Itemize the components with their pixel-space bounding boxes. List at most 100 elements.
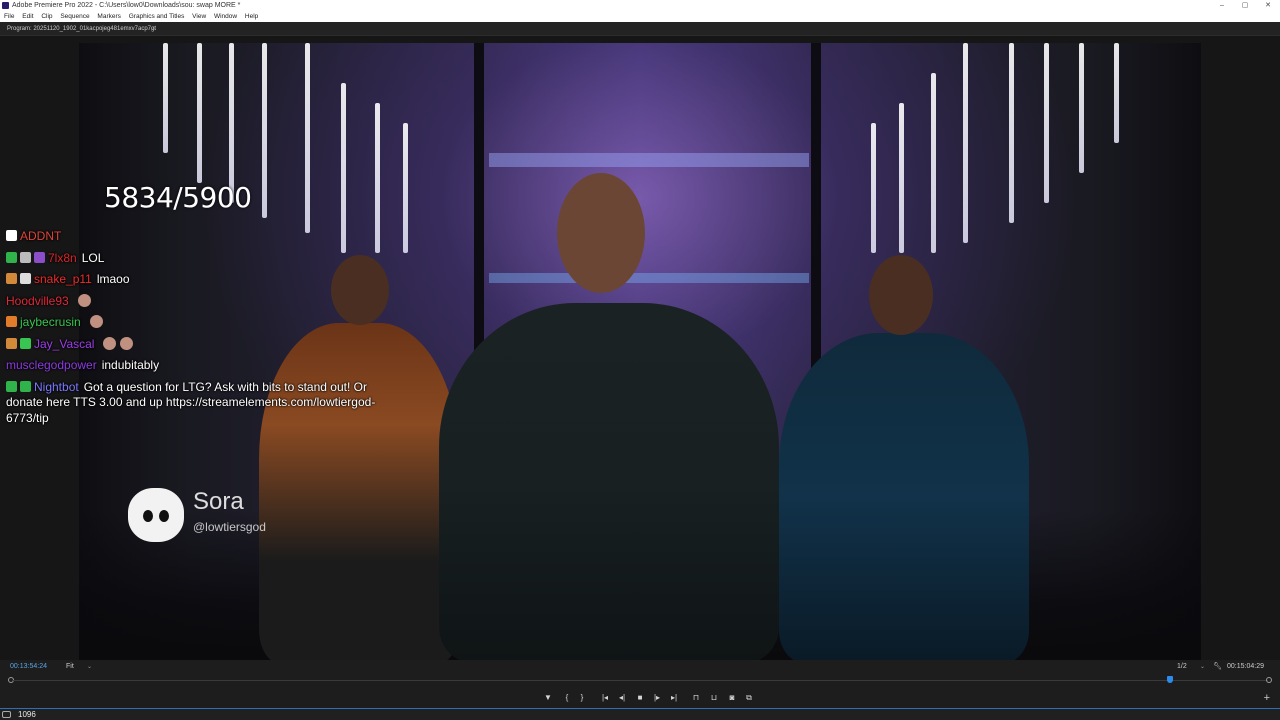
insert-icon[interactable]: ⊓ — [690, 692, 702, 704]
menu-help[interactable]: Help — [245, 11, 258, 22]
add-button-icon[interactable]: + — [1264, 692, 1270, 704]
chat-username: Nightbot — [34, 379, 79, 394]
light-bar — [871, 123, 876, 253]
current-timecode[interactable]: 00:13:54:24 — [10, 660, 47, 674]
chat-username: snake_p11 — [34, 272, 92, 286]
step-forward-icon[interactable]: |▸ — [651, 692, 663, 704]
scrub-bar[interactable] — [0, 674, 1280, 688]
chevron-down-icon[interactable]: ⌄ — [1200, 660, 1205, 674]
restore-button[interactable]: ▢ — [1233, 0, 1257, 11]
status-icon — [2, 711, 11, 718]
chat-line: Hoodville93 — [6, 291, 396, 313]
chat-message: lmaoo — [96, 272, 130, 286]
mark-out-icon[interactable]: } — [576, 692, 588, 704]
menu-bar: File Edit Clip Sequence Markers Graphics… — [0, 11, 1280, 22]
premiere-app-icon — [2, 2, 9, 9]
overwrite-icon[interactable]: ⊔ — [708, 692, 720, 704]
chat-badge-icon — [6, 337, 17, 349]
menu-edit[interactable]: Edit — [22, 11, 33, 22]
mark-in-icon[interactable]: { — [561, 692, 573, 704]
chat-line: musclegodpower indubitably — [6, 355, 396, 377]
chat-emote-icon — [77, 293, 91, 307]
go-to-out-icon[interactable]: ▸| — [668, 692, 680, 704]
chat-username: ADDNT — [20, 229, 62, 243]
person-center-head — [557, 173, 645, 293]
chat-username: 7lx8n — [48, 250, 77, 265]
menu-window[interactable]: Window — [214, 11, 237, 22]
minimize-button[interactable]: – — [1210, 0, 1234, 11]
chat-badge-icon — [6, 380, 17, 392]
chevron-down-icon[interactable]: ⌄ — [87, 660, 92, 674]
light-bar — [1114, 43, 1119, 143]
chat-badge-icon — [6, 230, 17, 241]
menu-file[interactable]: File — [4, 11, 14, 22]
chat-line-nightbot: Nightbot Got a question for LTG? Ask with… — [6, 377, 396, 427]
chat-overlay: ADDNT 7lx8n LOL snake_p11 lmaoo Hoodville93 ja… — [6, 226, 396, 426]
status-bar: 1096 — [0, 708, 1280, 720]
scrub-track[interactable] — [12, 680, 1268, 681]
playhead[interactable] — [1167, 676, 1174, 683]
transport-controls: ▼ { } |◂ ◂| ■ |▸ ▸| ⊓ ⊔ ◙ ⧉ + — [0, 688, 1280, 708]
stop-icon[interactable]: ■ — [634, 692, 646, 704]
step-back-icon[interactable]: ◂| — [616, 692, 628, 704]
chat-username: Jay_Vascal — [34, 336, 95, 351]
duration-timecode: 00:15:04:29 — [1227, 663, 1264, 670]
light-bar — [403, 123, 408, 253]
balcony — [489, 153, 809, 167]
camera-icon[interactable]: ◙ — [726, 692, 738, 704]
resolution-select[interactable]: 1/2 — [1177, 660, 1187, 674]
chat-message: indubitably — [101, 358, 160, 372]
menu-clip[interactable]: Clip — [41, 11, 52, 22]
chat-line: Jay_Vascal — [6, 334, 396, 356]
timecode-bar: 00:13:54:24 Fit ⌄ 1/2 ⌄ 🔧︎ 00:15:04:29 — [0, 660, 1280, 674]
chat-badge-icon — [20, 337, 31, 349]
chat-badge-icon — [20, 380, 31, 392]
person-center — [439, 303, 779, 660]
window-title: Adobe Premiere Pro 2022 - C:\Users\low0\… — [12, 2, 241, 9]
chat-badge-icon — [6, 251, 17, 263]
status-value: 1096 — [18, 710, 36, 719]
light-bar — [1009, 43, 1014, 223]
light-bar — [899, 103, 904, 253]
light-bar — [305, 43, 310, 233]
chat-badge-icon — [6, 316, 17, 327]
chat-message: LOL — [81, 250, 105, 265]
person-right — [779, 333, 1029, 660]
light-bar — [197, 43, 202, 183]
chat-badge-icon — [20, 273, 31, 284]
light-bar — [262, 43, 267, 218]
menu-markers[interactable]: Markers — [97, 11, 120, 22]
person-right-head — [869, 255, 933, 335]
light-bar — [963, 43, 968, 243]
light-bar — [931, 73, 936, 253]
panel-menu-icon[interactable]: ≡ — [152, 22, 156, 36]
title-bar: Adobe Premiere Pro 2022 - C:\Users\low0\… — [0, 0, 1280, 11]
program-monitor-tab[interactable]: Program: 20251120_1902_01kacpojeg481emxv… — [7, 22, 156, 36]
chat-username: musclegodpower — [6, 358, 97, 372]
chat-emote-icon — [89, 315, 103, 328]
program-monitor-header: Program: 20251120_1902_01kacpojeg481emxv… — [0, 22, 1280, 36]
menu-view[interactable]: View — [192, 11, 206, 22]
light-bar — [163, 43, 168, 153]
menu-graphics-and-titles[interactable]: Graphics and Titles — [129, 11, 185, 22]
sora-handle: @lowtiersgod — [193, 520, 266, 534]
goal-counter: 5834/5900 — [104, 181, 252, 214]
chat-username: Hoodville93 — [6, 293, 69, 308]
go-to-in-icon[interactable]: |◂ — [599, 692, 611, 704]
marker-icon[interactable]: ▼ — [542, 692, 554, 704]
zoom-handle-right[interactable] — [1266, 677, 1272, 683]
menu-sequence[interactable]: Sequence — [60, 11, 89, 22]
light-bar — [1044, 43, 1049, 203]
balcony — [489, 273, 809, 283]
chat-line: jaybecrusin — [6, 312, 396, 334]
compare-icon[interactable]: ⧉ — [743, 692, 755, 704]
light-bar — [1079, 43, 1084, 173]
chat-badge-icon — [34, 251, 45, 263]
sora-logo-icon — [128, 488, 184, 542]
zoom-select[interactable]: Fit — [66, 660, 74, 674]
close-button[interactable]: ✕ — [1256, 0, 1280, 11]
chat-badge-icon — [20, 251, 31, 263]
wrench-icon[interactable]: 🔧︎ — [1213, 660, 1222, 674]
chat-line: 7lx8n LOL — [6, 248, 396, 270]
light-bar — [229, 43, 234, 203]
